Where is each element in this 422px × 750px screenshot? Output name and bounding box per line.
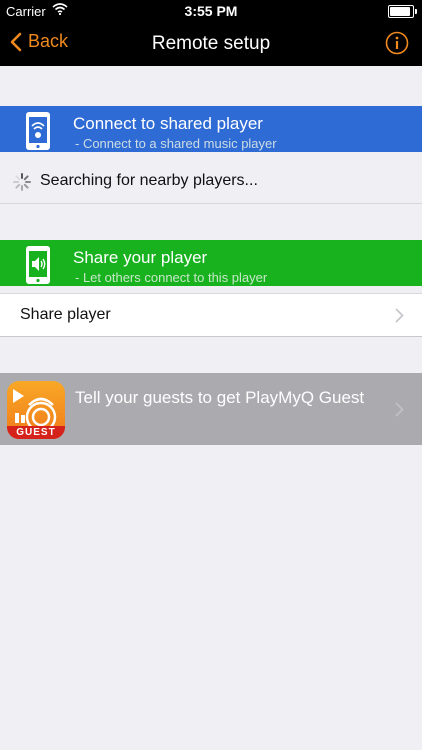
- share-player-row[interactable]: Share player: [0, 293, 422, 337]
- connect-section-title: Connect to shared player: [73, 114, 263, 133]
- playmyq-guest-app-icon: GUEST: [7, 381, 65, 439]
- loading-spinner-icon: [13, 173, 31, 191]
- battery-icon: [388, 5, 417, 18]
- info-icon[interactable]: [385, 31, 409, 55]
- connect-section-subtitle: - Connect to a shared music player: [75, 136, 277, 151]
- share-section-subtitle: - Let others connect to this player: [75, 270, 268, 285]
- share-section-title: Share your player: [73, 248, 208, 267]
- searching-status-text: Searching for nearby players...: [40, 172, 258, 189]
- status-bar: Carrier 3:55 PM: [0, 0, 422, 22]
- guest-badge-text: GUEST: [16, 427, 56, 438]
- share-section-header: Share your player - Let others connect t…: [0, 240, 422, 286]
- get-guest-app-text: Tell your guests to get PlayMyQ Guest: [75, 388, 365, 407]
- navigation-bar: Back Remote setup: [0, 22, 422, 66]
- chevron-right-icon: [395, 308, 404, 323]
- get-guest-app-row[interactable]: GUEST Tell your guests to get PlayMyQ Gu…: [0, 373, 422, 445]
- share-player-label: Share player: [20, 306, 111, 323]
- searching-row: Searching for nearby players...: [0, 160, 422, 204]
- connect-section-header: Connect to shared player - Connect to a …: [0, 106, 422, 152]
- phone-share-icon: [26, 246, 50, 284]
- clock: 3:55 PM: [184, 3, 238, 19]
- page-title: Remote setup: [151, 33, 271, 54]
- chevron-right-icon: [395, 402, 404, 417]
- phone-connect-icon: [26, 112, 50, 150]
